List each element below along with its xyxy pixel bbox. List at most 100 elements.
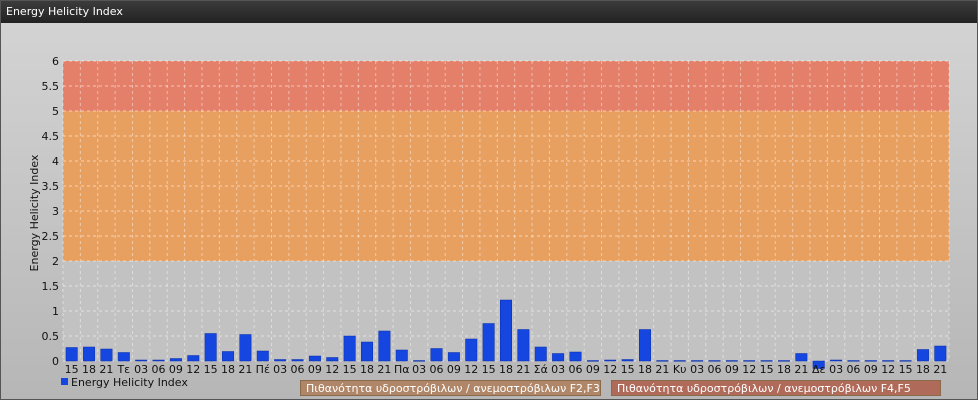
bar-35 [673, 360, 686, 362]
bar-26 [517, 329, 530, 362]
bar-29 [569, 351, 582, 362]
bar-4 [135, 359, 148, 362]
x-tick-45: 06 [846, 363, 860, 376]
bar-16 [343, 335, 356, 362]
x-tick-44: 03 [829, 363, 843, 376]
bar-7 [187, 355, 200, 362]
x-tick-29: 06 [568, 363, 582, 376]
chart-window: Energy Helicity Index 0 0.5 1 1.5 2 2.5 3 3.5 4 4… [0, 0, 978, 400]
x-tick-39: 12 [742, 363, 756, 376]
x-tick-6: 09 [169, 363, 183, 376]
x-tick-26: 21 [516, 363, 530, 376]
chart-canvas: 00.511.522.533.544.555.56 15 18 21 Τε 03 06 09… [28, 55, 950, 376]
x-tick-49: 18 [916, 363, 930, 376]
bar-12 [274, 359, 287, 362]
bar-9 [222, 351, 235, 362]
x-tick-2: 21 [99, 363, 113, 376]
x-tick-3: Τε [116, 363, 130, 376]
bar-40 [760, 360, 773, 362]
y-tick-6: 3 [52, 205, 59, 218]
bar-41 [777, 360, 790, 362]
y-tick-7: 3.5 [42, 180, 60, 193]
x-tick-33: 18 [638, 363, 652, 376]
bar-21 [430, 348, 443, 362]
bar-47 [882, 360, 895, 362]
x-tick-18: 21 [377, 363, 391, 376]
x-tick-31: 12 [603, 363, 617, 376]
y-tick-5: 2.5 [42, 230, 60, 243]
x-tick-22: 09 [447, 363, 461, 376]
x-tick-40: 15 [760, 363, 774, 376]
bar-5 [152, 359, 165, 362]
x-tick-24: 15 [482, 363, 496, 376]
bar-18 [378, 330, 391, 362]
bar-33 [638, 329, 651, 362]
bar-6 [169, 358, 182, 362]
bar-3 [117, 352, 130, 362]
bar-1 [83, 346, 96, 362]
bar-22 [447, 352, 460, 362]
x-tick-30: 09 [586, 363, 600, 376]
x-tick-34: 21 [655, 363, 669, 376]
bar-13 [291, 359, 304, 362]
x-tick-5: 06 [152, 363, 166, 376]
bar-42 [795, 353, 808, 362]
bar-25 [500, 299, 512, 362]
bar-38 [725, 360, 738, 362]
bar-30 [586, 360, 599, 362]
bar-2 [100, 348, 113, 362]
bar-15 [326, 357, 339, 362]
bar-10 [239, 334, 252, 362]
x-tick-1: 18 [82, 363, 96, 376]
x-tick-50: 21 [933, 363, 947, 376]
bar-39 [743, 360, 756, 362]
y-tick-11: 5.5 [42, 80, 60, 93]
band-legend-f2f3[interactable]: Πιθανότητα υδροστρόβιλων / ανεμοστρόβιλω… [300, 380, 601, 396]
x-axis-ticks: 15 18 21 Τε 03 06 09 12 15 18 21 Πέ 03 06 09 12 15 18 21 Πα… [65, 363, 948, 376]
x-tick-13: 06 [291, 363, 305, 376]
x-tick-48: 15 [899, 363, 913, 376]
bar-49 [916, 349, 929, 362]
y-axis-ticks: 0 0.5 1 1.5 2 2.5 3 3.5 4 4.5 5 5.5 6 [42, 55, 60, 368]
x-tick-17: 18 [360, 363, 374, 376]
x-tick-16: 15 [343, 363, 357, 376]
y-tick-9: 4.5 [42, 130, 60, 143]
x-tick-12: 03 [273, 363, 287, 376]
bar-20 [413, 360, 426, 362]
band-legend-f4f5[interactable]: Πιθανότητα υδροστρόβιλων / ανεμοστρόβιλω… [611, 380, 941, 396]
x-tick-27: Σά [534, 363, 548, 376]
y-tick-0: 0 [52, 355, 59, 368]
bar-14 [308, 355, 321, 362]
bar-8 [204, 333, 217, 362]
x-tick-36: 03 [690, 363, 704, 376]
x-tick-20: 03 [412, 363, 426, 376]
x-tick-9: 18 [221, 363, 235, 376]
bar-46 [864, 360, 877, 362]
x-tick-15: 12 [325, 363, 339, 376]
bar-37 [708, 360, 721, 362]
bar-24 [482, 323, 495, 362]
y-tick-1: 0.5 [42, 330, 60, 343]
bar-48 [899, 360, 912, 362]
x-tick-23: 12 [464, 363, 478, 376]
y-tick-3: 1.5 [42, 280, 60, 293]
x-tick-43: Δε [812, 363, 826, 376]
bar-28 [552, 353, 565, 362]
legend[interactable]: Energy Helicity Index [61, 376, 188, 389]
x-tick-35: Κυ [673, 363, 687, 376]
bar-11 [256, 350, 269, 362]
y-axis-label: Energy Helicity Index [28, 154, 41, 271]
x-tick-47: 12 [881, 363, 895, 376]
y-tick-10: 5 [52, 105, 59, 118]
bar-17 [361, 341, 374, 362]
x-tick-37: 06 [707, 363, 721, 376]
x-tick-46: 09 [864, 363, 878, 376]
bar-19 [395, 349, 408, 362]
y-tick-2: 1 [52, 305, 59, 318]
x-tick-42: 21 [794, 363, 808, 376]
bar-0 [65, 347, 78, 362]
bar-32 [621, 359, 634, 362]
x-tick-7: 12 [186, 363, 200, 376]
x-tick-38: 09 [725, 363, 739, 376]
x-tick-19: Πα [394, 363, 410, 376]
